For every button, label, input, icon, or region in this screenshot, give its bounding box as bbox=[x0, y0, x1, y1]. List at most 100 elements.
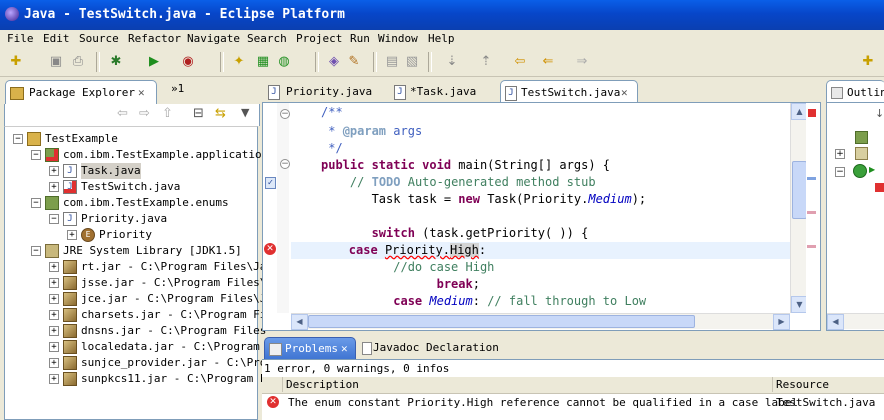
fold-toggle-icon[interactable]: − bbox=[280, 109, 290, 119]
tree-item[interactable]: + sunjce_provider.jar - C:\Pro bbox=[5, 355, 266, 371]
collapse-all-icon[interactable]: ⊟ bbox=[193, 106, 204, 121]
collapse-icon[interactable]: − bbox=[31, 150, 41, 160]
collapse-icon[interactable]: − bbox=[49, 214, 59, 224]
tree-item[interactable]: + dnsns.jar - C:\Program Files bbox=[5, 323, 266, 339]
menu-edit[interactable]: Edit bbox=[43, 32, 70, 45]
tree-item[interactable]: − TestExample bbox=[5, 131, 255, 147]
expand-icon[interactable]: + bbox=[49, 294, 59, 304]
view-menu-icon[interactable]: ▼ bbox=[241, 106, 249, 119]
tree-item[interactable]: + rt.jar - C:\Program Files\Ja bbox=[5, 259, 266, 275]
back-nav-icon[interactable]: ⇦ bbox=[117, 106, 128, 121]
forward-nav-icon[interactable]: ⇨ bbox=[139, 106, 150, 121]
expand-icon[interactable]: + bbox=[49, 166, 59, 176]
tree-item[interactable]: − J Priority.java bbox=[5, 211, 255, 227]
new-java-project-icon[interactable]: ✦ bbox=[231, 54, 247, 70]
tree-item[interactable]: − com.ibm.TestExample.enums bbox=[5, 195, 255, 211]
menu-refactor[interactable]: Refactor bbox=[128, 32, 181, 45]
tab-javadoc[interactable]: Javadoc bbox=[358, 337, 419, 359]
collapse-icon[interactable]: − bbox=[13, 134, 23, 144]
tree-item[interactable]: + charsets.jar - C:\Program Fi bbox=[5, 307, 266, 323]
menu-run[interactable]: Run bbox=[350, 32, 370, 45]
error-overview-marker[interactable] bbox=[807, 211, 816, 214]
collapse-icon[interactable]: − bbox=[31, 198, 41, 208]
column-divider[interactable] bbox=[772, 377, 773, 392]
column-header-description[interactable]: Description bbox=[286, 378, 359, 391]
tree-item[interactable]: − com.ibm.TestExample.application bbox=[5, 147, 268, 163]
tree-item[interactable]: + J Task.java bbox=[5, 163, 255, 179]
new-class-icon[interactable]: ◍ bbox=[276, 54, 292, 70]
close-icon[interactable]: ✕ bbox=[621, 82, 628, 104]
tab-declaration[interactable]: Declaration bbox=[422, 337, 499, 359]
tree-item[interactable]: + J TestSwitch.java bbox=[5, 179, 255, 195]
menu-window[interactable]: Window bbox=[378, 32, 418, 45]
search-icon[interactable]: ✎ bbox=[346, 54, 362, 70]
menu-project[interactable]: Project bbox=[296, 32, 342, 45]
tree-item[interactable]: + localedata.jar - C:\Program bbox=[5, 339, 260, 355]
menu-search[interactable]: Search bbox=[247, 32, 287, 45]
run-icon[interactable]: ▶ bbox=[146, 54, 162, 70]
tree-item[interactable]: + jce.jar - C:\Program Files\J bbox=[5, 291, 266, 307]
collapse-icon[interactable]: − bbox=[835, 167, 845, 177]
horizontal-scrollbar[interactable]: ◀ ▶ bbox=[291, 313, 790, 330]
expand-icon[interactable]: + bbox=[49, 278, 59, 288]
menu-source[interactable]: Source bbox=[79, 32, 119, 45]
external-tools-icon[interactable]: ◉ bbox=[180, 54, 196, 70]
close-icon[interactable]: ✕ bbox=[341, 338, 348, 360]
sort-icon[interactable]: ↓ bbox=[875, 107, 884, 120]
back-icon[interactable]: ⇐ bbox=[540, 54, 556, 70]
column-header-icon[interactable] bbox=[262, 377, 283, 392]
next-annotation-icon[interactable]: ⇣ bbox=[444, 54, 460, 70]
expand-icon[interactable]: + bbox=[49, 182, 59, 192]
expand-icon[interactable]: + bbox=[49, 262, 59, 272]
expand-icon[interactable]: + bbox=[49, 326, 59, 336]
error-overview-marker[interactable] bbox=[807, 245, 816, 248]
save-icon[interactable]: ▣ bbox=[48, 54, 64, 70]
open-type-icon[interactable]: ◈ bbox=[326, 54, 342, 70]
error-overview-icon[interactable] bbox=[808, 109, 816, 117]
new-package-icon[interactable]: ▦ bbox=[255, 54, 271, 70]
toggle-markers-icon[interactable]: ▤ bbox=[384, 54, 400, 70]
code-area[interactable]: /** * @param args */ public static void … bbox=[291, 103, 803, 313]
expand-icon[interactable]: + bbox=[835, 149, 845, 159]
tree-item[interactable]: + jsse.jar - C:\Program Files\ bbox=[5, 275, 266, 291]
menu-help[interactable]: Help bbox=[428, 32, 455, 45]
java-editor[interactable]: − − ✓ ✕ /** * @param args */ public stat… bbox=[262, 102, 821, 331]
expand-icon[interactable]: + bbox=[49, 358, 59, 368]
link-with-editor-icon[interactable]: ⇆ bbox=[215, 106, 226, 121]
debug-icon[interactable]: ✱ bbox=[108, 54, 124, 70]
scrollbar-thumb[interactable] bbox=[792, 161, 807, 219]
menu-file[interactable]: File bbox=[7, 32, 34, 45]
vertical-scrollbar[interactable]: ▲ ▼ bbox=[790, 103, 808, 313]
last-edit-location-icon[interactable]: ⇦ bbox=[512, 54, 528, 70]
error-marker-icon[interactable]: ✕ bbox=[264, 243, 276, 255]
collapse-icon[interactable]: − bbox=[31, 246, 41, 256]
scroll-left-icon[interactable]: ◀ bbox=[827, 314, 844, 330]
expand-icon[interactable]: + bbox=[67, 230, 77, 240]
open-perspective-icon[interactable]: ✚ bbox=[860, 54, 876, 70]
print-icon[interactable]: ⎙ bbox=[70, 54, 86, 70]
task-marker-icon[interactable]: ✓ bbox=[265, 177, 276, 189]
tree-item[interactable]: + sunpkcs11.jar - C:\Program F bbox=[5, 371, 266, 387]
up-nav-icon[interactable]: ⇧ bbox=[162, 106, 173, 121]
menu-navigate[interactable]: Navigate bbox=[187, 32, 240, 45]
expand-icon[interactable]: + bbox=[49, 374, 59, 384]
tab-problems[interactable]: Problems ✕ bbox=[264, 337, 356, 360]
outline-hscrollbar[interactable]: ◀ bbox=[827, 313, 884, 330]
scroll-left-icon[interactable]: ◀ bbox=[291, 314, 308, 330]
scroll-right-icon[interactable]: ▶ bbox=[773, 314, 790, 330]
tab-package-explorer[interactable]: Package Explorer ✕ bbox=[5, 80, 157, 105]
column-header-resource[interactable]: Resource bbox=[776, 378, 829, 391]
h-scrollbar-thumb[interactable] bbox=[308, 315, 695, 328]
forward-icon[interactable]: ⇒ bbox=[574, 54, 590, 70]
title-bar[interactable]: Java - TestSwitch.java - Eclipse Platfor… bbox=[0, 0, 884, 30]
task-overview-marker[interactable] bbox=[807, 177, 816, 180]
close-icon[interactable]: ✕ bbox=[138, 82, 145, 104]
tab-task-java[interactable]: J *Task.java bbox=[390, 81, 498, 103]
table-row[interactable]: ✕ The enum constant Priority.High refere… bbox=[262, 394, 884, 411]
tab-priority-java[interactable]: J Priority.java bbox=[264, 81, 388, 103]
new-wizard-icon[interactable]: ✚ bbox=[8, 54, 24, 70]
tree-item[interactable]: − JRE System Library [JDK1.5] bbox=[5, 243, 255, 259]
tree-item[interactable]: + E Priority bbox=[5, 227, 255, 243]
fold-toggle-icon[interactable]: − bbox=[280, 159, 290, 169]
expand-icon[interactable]: + bbox=[49, 342, 59, 352]
